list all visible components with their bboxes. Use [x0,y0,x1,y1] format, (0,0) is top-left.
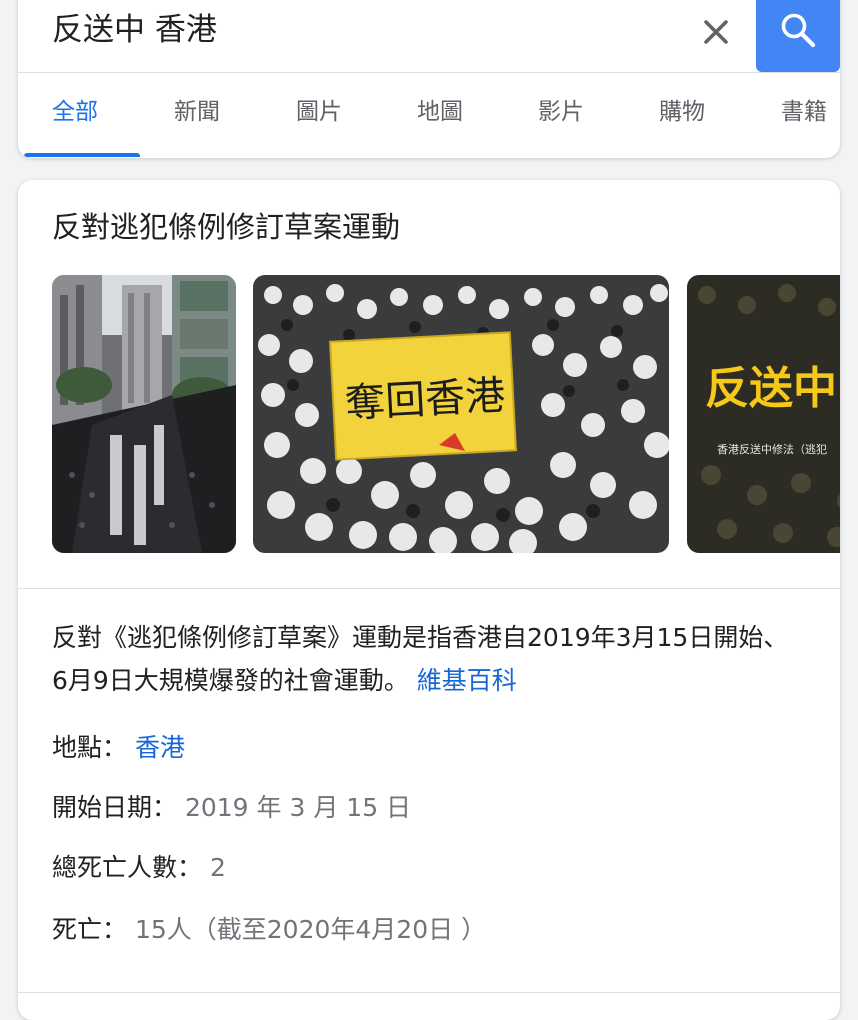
tab-all[interactable]: 全部 [52,95,98,129]
fact-label: 開始日期： [52,793,178,822]
banner-text: 奪回香港 [344,373,506,427]
street-protest-image [52,275,236,553]
poster-subtitle: 香港反送中修法（逃犯 [717,442,827,456]
active-tab-indicator [24,153,140,157]
location-link[interactable]: 香港 [135,733,185,762]
tab-news[interactable]: 新聞 [174,95,220,129]
search-input[interactable]: 反送中 香港 [52,8,217,52]
fact-label: 死亡： [52,915,128,944]
fact-total-deaths: 總死亡人數： 2 [52,850,226,886]
tab-maps[interactable]: 地圖 [417,95,463,129]
tab-books[interactable]: 書籍 [781,95,827,129]
fact-start-date: 開始日期： 2019 年 3 月 15 日 [52,790,411,826]
close-icon [704,20,728,44]
fact-deaths: 死亡： 15人（截至2020年4月20日 ） [52,912,486,948]
search-tabs: 全部 新聞 圖片 地圖 影片 購物 書籍 [18,73,840,158]
search-icon [781,13,816,48]
panel-image-street[interactable] [52,275,236,553]
fact-location: 地點： 香港 [52,730,185,766]
tab-images[interactable]: 圖片 [296,95,342,129]
tab-shopping[interactable]: 購物 [659,95,705,129]
bottom-divider [18,992,840,993]
knowledge-panel: 反對逃犯條例修訂草案運動 奪回香港 反送中 香港反送中修法（逃犯 反對《逃犯條例… [18,180,840,1020]
fact-value: 2019 年 3 月 15 日 [184,793,412,822]
panel-description: 反對《逃犯條例修訂草案》運動是指香港自2019年3月15日開始、6月9日大規模爆… [52,616,792,702]
poster-image: 反送中 香港反送中修法（逃犯 [687,275,840,553]
wikipedia-link[interactable]: 維基百科 [417,666,517,695]
clear-button[interactable] [696,12,736,52]
search-header: 反送中 香港 全部 新聞 圖片 地圖 影片 購物 書籍 [18,0,840,158]
poster-title: 反送中 [705,363,837,414]
fact-label: 地點： [52,733,128,762]
tab-videos[interactable]: 影片 [538,95,584,129]
fact-label: 總死亡人數： [52,853,203,882]
panel-image-banner[interactable]: 奪回香港 [253,275,669,553]
panel-title[interactable]: 反對逃犯條例修訂草案運動 [52,206,400,248]
panel-image-poster[interactable]: 反送中 香港反送中修法（逃犯 [687,275,840,553]
search-button[interactable] [756,0,840,72]
fact-value: 15人（截至2020年4月20日 ） [134,915,487,944]
banner-protest-image: 奪回香港 [253,275,669,553]
fact-value: 2 [209,853,226,882]
panel-divider [18,588,840,589]
